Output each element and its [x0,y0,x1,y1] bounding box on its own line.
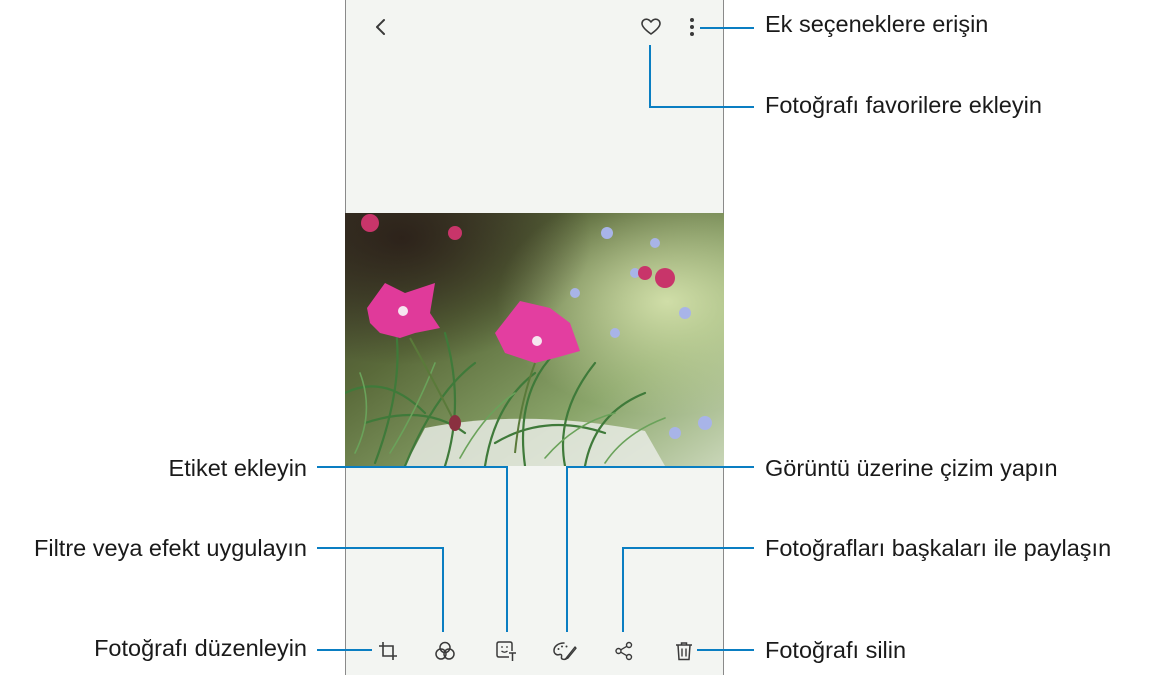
sticker-button[interactable] [493,638,519,664]
delete-button[interactable] [671,638,697,664]
callout-delete: Fotoğrafı silin [765,637,907,663]
vertical-dots-icon [690,18,694,36]
heart-outline-icon [641,18,661,35]
filter-button[interactable] [432,638,458,664]
share-button[interactable] [611,638,637,664]
chevron-left-icon [376,19,385,35]
photo-image[interactable] [345,213,724,466]
trash-icon [676,642,692,661]
favorite-button[interactable] [639,15,663,39]
callout-draw: Görüntü üzerine çizim yapın [765,455,1058,481]
callout-share: Fotoğrafları başkaları ile paylaşın [765,535,1112,561]
back-button[interactable] [368,14,394,40]
edit-crop-button[interactable] [375,638,401,664]
callout-favorite: Fotoğrafı favorilere ekleyin [765,92,1042,118]
palette-draw-icon [553,642,577,661]
draw-button[interactable] [552,638,578,664]
callout-more-options: Ek seçeneklere erişin [765,11,989,37]
flower-photo [345,213,724,466]
more-options-button[interactable] [680,15,704,39]
crop-icon [379,642,397,660]
callout-add-sticker: Etiket ekleyin [168,455,307,481]
sticker-text-icon [496,641,516,661]
share-icon [615,641,633,661]
callout-filter: Filtre veya efekt uygulayın [34,535,307,561]
filter-circles-icon [435,641,455,660]
callout-edit: Fotoğrafı düzenleyin [94,635,307,661]
